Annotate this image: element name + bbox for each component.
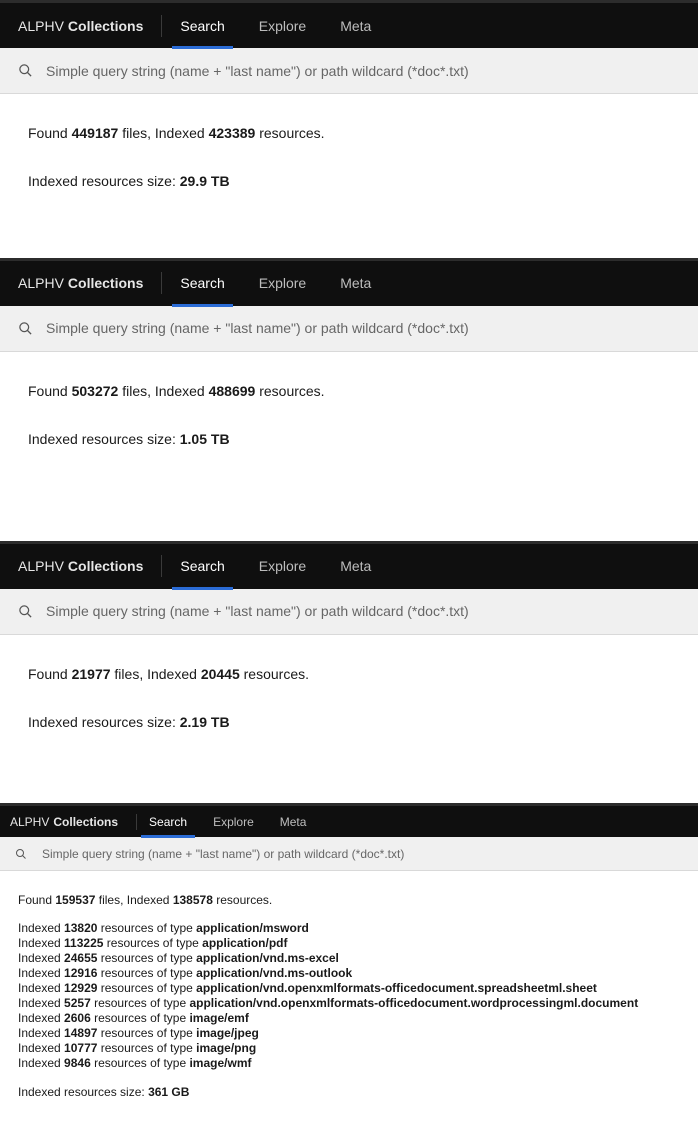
divider — [161, 555, 162, 577]
searchbar — [0, 48, 698, 94]
topbar: ALPHV Collections Search Explore Meta — [0, 0, 698, 48]
topbar: ALPHV Collections Search Explore Meta — [0, 541, 698, 589]
brand: ALPHV Collections — [18, 558, 143, 574]
stats-line: Found 21977 files, Indexed 20445 resourc… — [28, 663, 670, 685]
search-input[interactable] — [46, 603, 684, 619]
content: Found 449187 files, Indexed 423389 resou… — [0, 94, 698, 243]
brand-prefix: ALPHV — [18, 558, 64, 574]
content: Found 503272 files, Indexed 488699 resou… — [0, 352, 698, 541]
topbar: ALPHV Collections Search Explore Meta — [0, 803, 698, 837]
size-line: Indexed resources size: 1.05 TB — [28, 428, 670, 450]
search-icon — [14, 63, 36, 78]
search-input[interactable] — [46, 63, 684, 79]
tab-meta[interactable]: Meta — [340, 3, 371, 48]
tab-search[interactable]: Search — [180, 261, 224, 306]
panel-0: ALPHV Collections Search Explore Meta Fo… — [0, 0, 698, 243]
tab-search[interactable]: Search — [149, 806, 187, 837]
search-icon — [10, 848, 32, 860]
brand-suffix: Collections — [53, 815, 118, 829]
brand-prefix: ALPHV — [10, 815, 49, 829]
breakdown-row: Indexed 12916 resources of type applicat… — [18, 966, 680, 981]
nav: Search Explore Meta — [149, 806, 306, 837]
brand-suffix: Collections — [68, 558, 143, 574]
nav: Search Explore Meta — [180, 544, 371, 589]
tab-search[interactable]: Search — [180, 544, 224, 589]
tab-meta[interactable]: Meta — [340, 544, 371, 589]
divider — [161, 272, 162, 294]
divider — [136, 814, 137, 830]
tab-meta[interactable]: Meta — [280, 806, 307, 837]
size-line: Indexed resources size: 2.19 TB — [28, 711, 670, 733]
breakdown-row: Indexed 24655 resources of type applicat… — [18, 951, 680, 966]
search-icon — [14, 604, 36, 619]
tab-explore[interactable]: Explore — [259, 261, 306, 306]
search-icon — [14, 321, 36, 336]
content: Found 21977 files, Indexed 20445 resourc… — [0, 635, 698, 804]
breakdown-row: Indexed 14897 resources of type image/jp… — [18, 1026, 680, 1041]
type-breakdown: Indexed 13820 resources of type applicat… — [18, 921, 680, 1071]
brand-suffix: Collections — [68, 18, 143, 34]
nav: Search Explore Meta — [180, 3, 371, 48]
brand: ALPHV Collections — [18, 18, 143, 34]
size-line: Indexed resources size: 361 GB — [18, 1083, 680, 1102]
panel-3: ALPHV Collections Search Explore Meta Fo… — [0, 803, 698, 1131]
brand: ALPHV Collections — [18, 275, 143, 291]
searchbar — [0, 837, 698, 871]
breakdown-row: Indexed 13820 resources of type applicat… — [18, 921, 680, 936]
brand: ALPHV Collections — [10, 815, 118, 829]
tab-explore[interactable]: Explore — [213, 806, 254, 837]
content: Found 159537 files, Indexed 138578 resou… — [0, 871, 698, 1131]
breakdown-row: Indexed 113225 resources of type applica… — [18, 936, 680, 951]
searchbar — [0, 306, 698, 352]
stats-line: Found 503272 files, Indexed 488699 resou… — [28, 380, 670, 402]
tab-meta[interactable]: Meta — [340, 261, 371, 306]
searchbar — [0, 589, 698, 635]
divider — [161, 15, 162, 37]
breakdown-row: Indexed 12929 resources of type applicat… — [18, 981, 680, 996]
breakdown-row: Indexed 2606 resources of type image/emf — [18, 1011, 680, 1026]
size-line: Indexed resources size: 29.9 TB — [28, 170, 670, 192]
panel-2: ALPHV Collections Search Explore Meta Fo… — [0, 541, 698, 804]
brand-suffix: Collections — [68, 275, 143, 291]
breakdown-row: Indexed 9846 resources of type image/wmf — [18, 1056, 680, 1071]
stats-line: Found 159537 files, Indexed 138578 resou… — [18, 891, 680, 910]
tab-search[interactable]: Search — [180, 3, 224, 48]
search-input[interactable] — [46, 320, 684, 336]
brand-prefix: ALPHV — [18, 18, 64, 34]
nav: Search Explore Meta — [180, 261, 371, 306]
breakdown-row: Indexed 10777 resources of type image/pn… — [18, 1041, 680, 1056]
brand-prefix: ALPHV — [18, 275, 64, 291]
breakdown-row: Indexed 5257 resources of type applicati… — [18, 996, 680, 1011]
search-input[interactable] — [42, 847, 688, 861]
tab-explore[interactable]: Explore — [259, 544, 306, 589]
topbar: ALPHV Collections Search Explore Meta — [0, 258, 698, 306]
tab-explore[interactable]: Explore — [259, 3, 306, 48]
stats-line: Found 449187 files, Indexed 423389 resou… — [28, 122, 670, 144]
panel-1: ALPHV Collections Search Explore Meta Fo… — [0, 258, 698, 541]
